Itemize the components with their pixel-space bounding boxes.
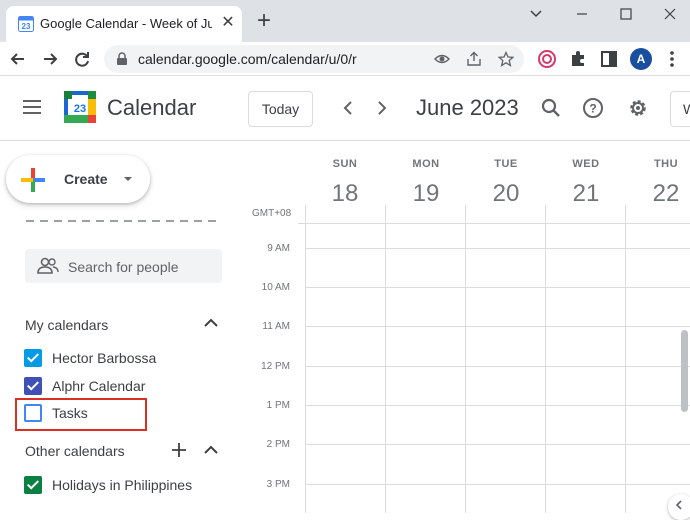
settings-gear-icon[interactable] <box>627 97 649 119</box>
my-calendars-collapse-icon[interactable] <box>203 317 219 329</box>
calendar-checkbox[interactable] <box>24 377 42 395</box>
time-label: 1 PM <box>266 400 290 411</box>
next-week-icon[interactable] <box>372 99 390 117</box>
calendar-logo-icon[interactable]: 23 <box>64 91 96 123</box>
add-other-calendar-icon[interactable] <box>171 442 187 458</box>
search-people-placeholder: Search for people <box>68 259 179 275</box>
minimize-icon[interactable] <box>568 4 596 24</box>
side-panel-icon[interactable] <box>599 49 619 69</box>
chevron-left-icon <box>675 500 682 510</box>
day-name-sun: SUN <box>332 158 358 170</box>
create-button[interactable]: Create <box>6 155 150 203</box>
calendar-name: Alphr Calendar <box>52 378 146 394</box>
other-calendars-title[interactable]: Other calendars <box>25 443 125 459</box>
maximize-icon[interactable] <box>612 4 640 24</box>
reload-icon[interactable] <box>72 49 92 69</box>
day-name-wed: WED <box>572 158 600 170</box>
day-number-18[interactable]: 18 <box>305 180 385 208</box>
day-number-21[interactable]: 21 <box>546 180 626 208</box>
url-text: calendar.google.com/calendar/u/0/r <box>138 51 357 67</box>
grid-column-line <box>305 205 306 513</box>
grid-hour-line <box>305 444 690 445</box>
day-name-tue: TUE <box>494 158 518 170</box>
time-label: 9 AM <box>267 243 290 254</box>
time-label: 12 PM <box>261 361 290 372</box>
calendar-name: Hector Barbossa <box>52 350 157 366</box>
svg-text:?: ? <box>589 102 596 116</box>
grid-scrollbar-thumb[interactable] <box>681 330 688 412</box>
forward-arrow-icon[interactable] <box>40 49 60 69</box>
current-month-label: June 2023 <box>416 95 519 120</box>
other-calendars-collapse-icon[interactable] <box>203 444 219 456</box>
previous-week-icon[interactable] <box>340 99 358 117</box>
lock-icon[interactable] <box>116 52 128 66</box>
grid-column-line <box>625 205 626 513</box>
my-calendars-title[interactable]: My calendars <box>25 317 108 333</box>
main-menu-icon[interactable] <box>22 98 42 116</box>
extensions-puzzle-icon[interactable] <box>568 49 588 69</box>
timezone-label: GMT+08 <box>252 208 292 219</box>
day-name-mon: MON <box>412 158 440 170</box>
view-switcher-button[interactable]: W <box>670 91 690 127</box>
side-panel-toggle-button[interactable] <box>668 494 690 520</box>
app-title: Calendar <box>107 95 197 120</box>
day-number-22[interactable]: 22 <box>626 180 690 208</box>
tab-search-chevron-icon[interactable] <box>522 4 550 24</box>
new-tab-button[interactable]: + <box>252 9 276 34</box>
time-label: 3 PM <box>266 479 290 490</box>
eye-icon[interactable] <box>434 51 450 67</box>
day-number-20[interactable]: 20 <box>466 180 546 208</box>
create-label: Create <box>64 171 108 187</box>
browser-tab-strip: 23 Google Calendar - Week of June ✕ + <box>0 0 690 42</box>
grid-column-line <box>545 205 546 513</box>
create-dropdown-icon[interactable] <box>123 175 133 183</box>
logo-day-text: 23 <box>74 103 86 115</box>
help-icon[interactable]: ? <box>582 97 604 119</box>
all-day-divider <box>298 223 690 224</box>
search-icon[interactable] <box>541 98 561 118</box>
back-arrow-icon[interactable] <box>8 49 28 69</box>
browser-toolbar: calendar.google.com/calendar/u/0/r A <box>0 42 690 76</box>
day-number-19[interactable]: 19 <box>386 180 466 208</box>
grid-hour-line <box>305 326 690 327</box>
extension-target-icon[interactable] <box>537 49 557 69</box>
tab-title: Google Calendar - Week of June <box>40 16 212 31</box>
calendar-checkbox[interactable] <box>24 476 42 494</box>
grid-hour-line <box>305 287 690 288</box>
browser-menu-icon[interactable] <box>662 49 682 69</box>
calendar-favicon-icon: 23 <box>18 16 34 32</box>
profile-avatar[interactable]: A <box>630 48 652 70</box>
mini-calendar-remnant <box>26 218 216 224</box>
time-label: 11 AM <box>262 321 290 332</box>
time-label: 2 PM <box>266 439 290 450</box>
grid-column-line <box>465 205 466 513</box>
share-icon[interactable] <box>466 51 482 67</box>
time-label: 10 AM <box>261 282 290 293</box>
calendar-name: Holidays in Philippines <box>52 477 193 493</box>
grid-hour-line <box>305 248 690 249</box>
plus-color-icon <box>21 168 45 192</box>
calendar-checkbox[interactable] <box>24 349 42 367</box>
browser-tab[interactable]: 23 Google Calendar - Week of June ✕ <box>6 6 242 42</box>
svg-text:23: 23 <box>22 22 31 31</box>
highlight-box <box>15 398 147 431</box>
close-window-icon[interactable] <box>656 4 684 24</box>
bookmark-star-icon[interactable] <box>498 51 514 67</box>
grid-hour-line <box>305 484 690 485</box>
address-bar[interactable]: calendar.google.com/calendar/u/0/r <box>104 45 524 73</box>
people-icon <box>37 257 59 274</box>
day-name-thu: THU <box>653 158 679 170</box>
grid-hour-line <box>305 366 690 367</box>
close-tab-icon[interactable]: ✕ <box>219 14 237 32</box>
grid-hour-line <box>305 405 690 406</box>
search-people-input[interactable]: Search for people <box>25 249 222 283</box>
calendar-header: 23 Calendar Today June 2023 ? W <box>0 77 690 141</box>
grid-column-line <box>385 205 386 513</box>
today-button[interactable]: Today <box>248 91 313 127</box>
